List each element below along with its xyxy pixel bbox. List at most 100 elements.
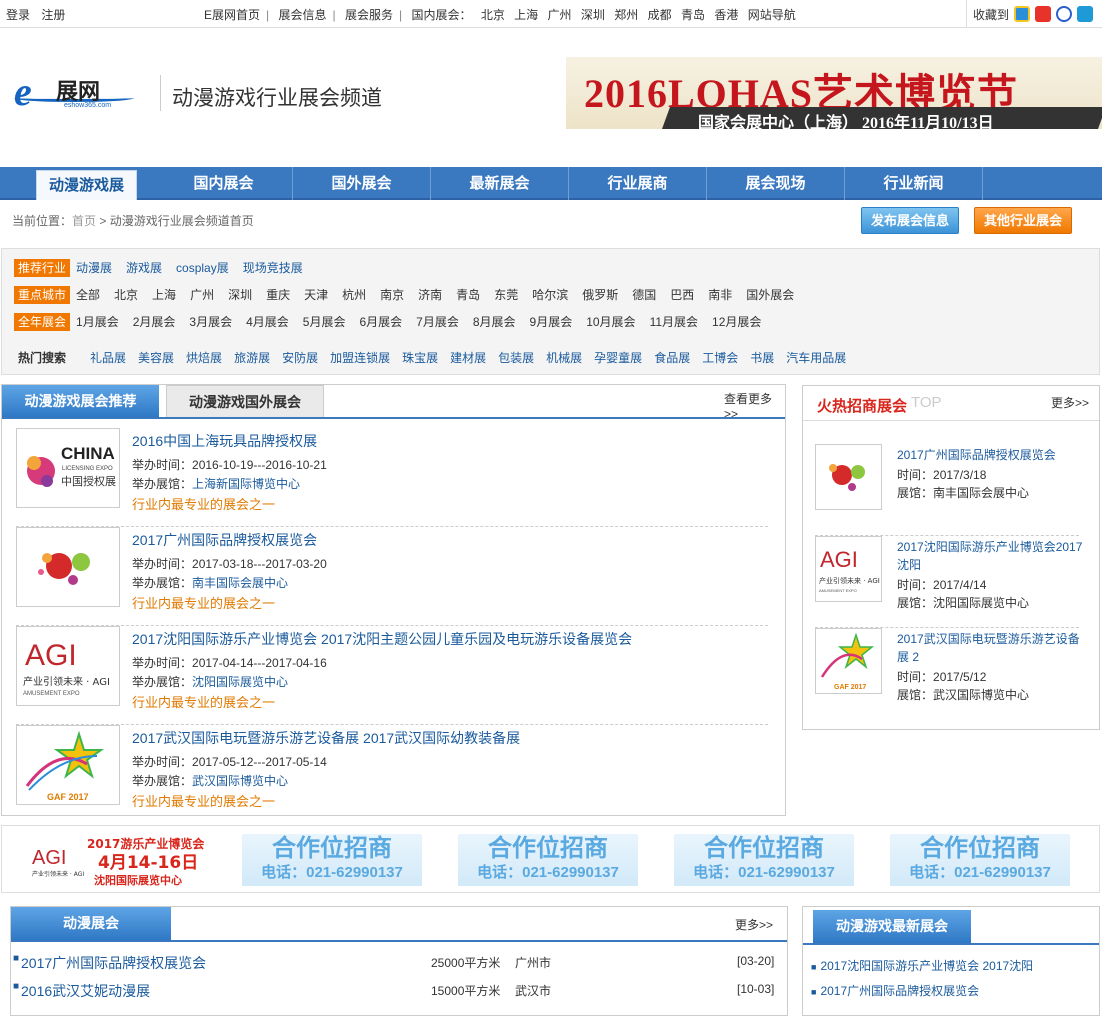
- month-filter-link[interactable]: 1月展会: [76, 315, 119, 329]
- tab-recommend[interactable]: 动漫游戏展会推荐: [2, 385, 159, 417]
- city-filter-link[interactable]: 俄罗斯: [582, 288, 618, 302]
- nav-live[interactable]: 展会现场: [707, 167, 845, 200]
- venue-link[interactable]: 武汉国际博览中心: [192, 774, 288, 788]
- hot-search-link[interactable]: 旅游展: [234, 351, 270, 365]
- sina-bookmark-icon[interactable]: [1035, 6, 1052, 22]
- month-filter-link[interactable]: 4月展会: [246, 315, 289, 329]
- breadcrumb-home[interactable]: 首页: [72, 214, 96, 228]
- anime-more-link[interactable]: 更多>>: [735, 916, 773, 933]
- exhibition-title[interactable]: 2016中国上海玩具品牌授权展: [132, 431, 317, 451]
- industry-link[interactable]: 现场竞技展: [243, 261, 303, 275]
- city-filter-link[interactable]: 国外展会: [746, 288, 794, 302]
- city-link[interactable]: 上海: [514, 8, 538, 22]
- guangzhou-licensing-logo[interactable]: [16, 527, 120, 607]
- city-link[interactable]: 北京: [481, 8, 505, 22]
- month-filter-link[interactable]: 8月展会: [473, 315, 516, 329]
- hot-search-link[interactable]: 孕婴童展: [594, 351, 642, 365]
- china-licensing-logo[interactable]: CHINA LICENSING EXPO 中国授权展: [16, 428, 120, 508]
- hot-search-link[interactable]: 加盟连锁展: [330, 351, 390, 365]
- hot-search-link[interactable]: 建材展: [450, 351, 486, 365]
- hot-more-link[interactable]: 更多>>: [1051, 394, 1089, 411]
- industry-link[interactable]: cosplay展: [176, 261, 229, 275]
- hot-search-link[interactable]: 珠宝展: [402, 351, 438, 365]
- city-filter-link[interactable]: 青岛: [456, 288, 480, 302]
- month-filter-link[interactable]: 6月展会: [359, 315, 402, 329]
- list-item-title[interactable]: 2016武汉艾妮动漫展: [21, 981, 150, 1001]
- hot-item-title[interactable]: 2017沈阳国际游乐产业博览会2017沈阳: [897, 538, 1087, 574]
- list-item[interactable]: ■ 2017沈阳国际游乐产业博览会 2017沈阳: [811, 957, 1033, 974]
- nav-domestic[interactable]: 国内展会: [155, 167, 293, 200]
- home-link[interactable]: E展网首页: [204, 8, 260, 22]
- city-filter-link[interactable]: 上海: [152, 288, 176, 302]
- nav-anime-games[interactable]: 动漫游戏展: [36, 170, 137, 200]
- city-link[interactable]: 成都: [648, 8, 672, 22]
- month-filter-link[interactable]: 10月展会: [586, 315, 635, 329]
- nav-exhibitors[interactable]: 行业展商: [569, 167, 707, 200]
- hot-search-link[interactable]: 安防展: [282, 351, 318, 365]
- venue-link[interactable]: 沈阳国际展览中心: [192, 675, 288, 689]
- login-link[interactable]: 登录: [6, 8, 30, 22]
- hot-search-link[interactable]: 工博会: [702, 351, 738, 365]
- qq-bookmark-icon[interactable]: [1014, 6, 1031, 22]
- city-filter-link[interactable]: 哈尔滨: [532, 288, 568, 302]
- month-filter-link[interactable]: 12月展会: [712, 315, 761, 329]
- city-link[interactable]: 香港: [714, 8, 738, 22]
- city-filter-link[interactable]: 重庆: [266, 288, 290, 302]
- ad-slot[interactable]: 合作位招商 电话：021-62990137: [458, 834, 638, 886]
- gaf-logo[interactable]: GAF 2017: [815, 628, 882, 694]
- exhibition-title[interactable]: 2017广州国际品牌授权展览会: [132, 530, 317, 550]
- month-filter-link[interactable]: 2月展会: [133, 315, 176, 329]
- tab-latest[interactable]: 动漫游戏最新展会: [813, 910, 971, 943]
- month-filter-link[interactable]: 5月展会: [303, 315, 346, 329]
- hot-item-title[interactable]: 2017武汉国际电玩暨游乐游艺设备展 2: [897, 630, 1087, 666]
- hot-search-link[interactable]: 书展: [750, 351, 774, 365]
- month-filter-link[interactable]: 11月展会: [650, 315, 698, 329]
- agi-logo[interactable]: AGI 产业引领未来 · AGI AMUSEMENT EXPO: [815, 536, 882, 602]
- publish-exhibition-button[interactable]: 发布展会信息: [861, 207, 959, 234]
- hot-search-link[interactable]: 美容展: [138, 351, 174, 365]
- hot-search-link[interactable]: 包装展: [498, 351, 534, 365]
- exhibition-title[interactable]: 2017沈阳国际游乐产业博览会 2017沈阳主题公园儿童乐园及电玩游乐设备展览会: [132, 629, 632, 649]
- city-link[interactable]: 广州: [548, 8, 572, 22]
- city-filter-link[interactable]: 南非: [708, 288, 732, 302]
- hot-item-title[interactable]: 2017广州国际品牌授权展览会: [897, 446, 1087, 464]
- baidu-bookmark-icon[interactable]: [1056, 6, 1073, 22]
- tab-anime[interactable]: 动漫展会: [11, 907, 171, 940]
- city-filter-link[interactable]: 北京: [114, 288, 138, 302]
- hot-search-link[interactable]: 食品展: [654, 351, 690, 365]
- month-filter-link[interactable]: 9月展会: [530, 315, 573, 329]
- city-link[interactable]: 青岛: [681, 8, 705, 22]
- exhibition-service-link[interactable]: 展会服务: [345, 8, 393, 22]
- header-banner-ad[interactable]: 2016LOHAS艺术博览节 国家会展中心（上海） 2016年11月10/13日: [566, 57, 1102, 129]
- industry-link[interactable]: 游戏展: [126, 261, 162, 275]
- city-filter-link[interactable]: 济南: [418, 288, 442, 302]
- city-link[interactable]: 深圳: [581, 8, 605, 22]
- city-filter-link[interactable]: 南京: [380, 288, 404, 302]
- register-link[interactable]: 注册: [41, 8, 65, 22]
- agi-logo[interactable]: AGI 产业引领未来 · AGI AMUSEMENT EXPO: [16, 626, 120, 706]
- city-filter-link[interactable]: 深圳: [228, 288, 252, 302]
- ad-slot[interactable]: 合作位招商 电话：021-62990137: [674, 834, 854, 886]
- guangzhou-licensing-logo[interactable]: [815, 444, 882, 510]
- nav-latest[interactable]: 最新展会: [431, 167, 569, 200]
- exhibition-title[interactable]: 2017武汉国际电玩暨游乐游艺设备展 2017武汉国际幼教装备展: [132, 728, 520, 748]
- hot-search-link[interactable]: 礼品展: [90, 351, 126, 365]
- nav-overseas[interactable]: 国外展会: [293, 167, 431, 200]
- list-item[interactable]: ■ 2017广州国际品牌授权展览会: [811, 982, 979, 999]
- hot-search-link[interactable]: 汽车用品展: [786, 351, 846, 365]
- tab-overseas[interactable]: 动漫游戏国外展会: [166, 385, 324, 417]
- other-bookmark-icon[interactable]: [1077, 6, 1094, 22]
- venue-link[interactable]: 南丰国际会展中心: [192, 576, 288, 590]
- recommend-more-link[interactable]: 查看更多>>: [724, 390, 785, 421]
- exhibition-info-link[interactable]: 展会信息: [278, 8, 326, 22]
- ad-slot[interactable]: 合作位招商 电话：021-62990137: [242, 834, 422, 886]
- list-item-title[interactable]: 2017广州国际品牌授权展览会: [21, 953, 206, 973]
- city-filter-link[interactable]: 东莞: [494, 288, 518, 302]
- city-link[interactable]: 郑州: [614, 8, 638, 22]
- site-logo[interactable]: e 展网 eshow365.com: [14, 72, 154, 112]
- site-nav-link[interactable]: 网站导航: [748, 8, 796, 22]
- city-filter-link[interactable]: 巴西: [670, 288, 694, 302]
- month-filter-link[interactable]: 3月展会: [189, 315, 232, 329]
- city-filter-link[interactable]: 天津: [304, 288, 328, 302]
- agi-expo-ad[interactable]: AGI 产业引领未来 · AGI 2017游乐产业博览会 4月14-16日 沈阳…: [32, 834, 212, 887]
